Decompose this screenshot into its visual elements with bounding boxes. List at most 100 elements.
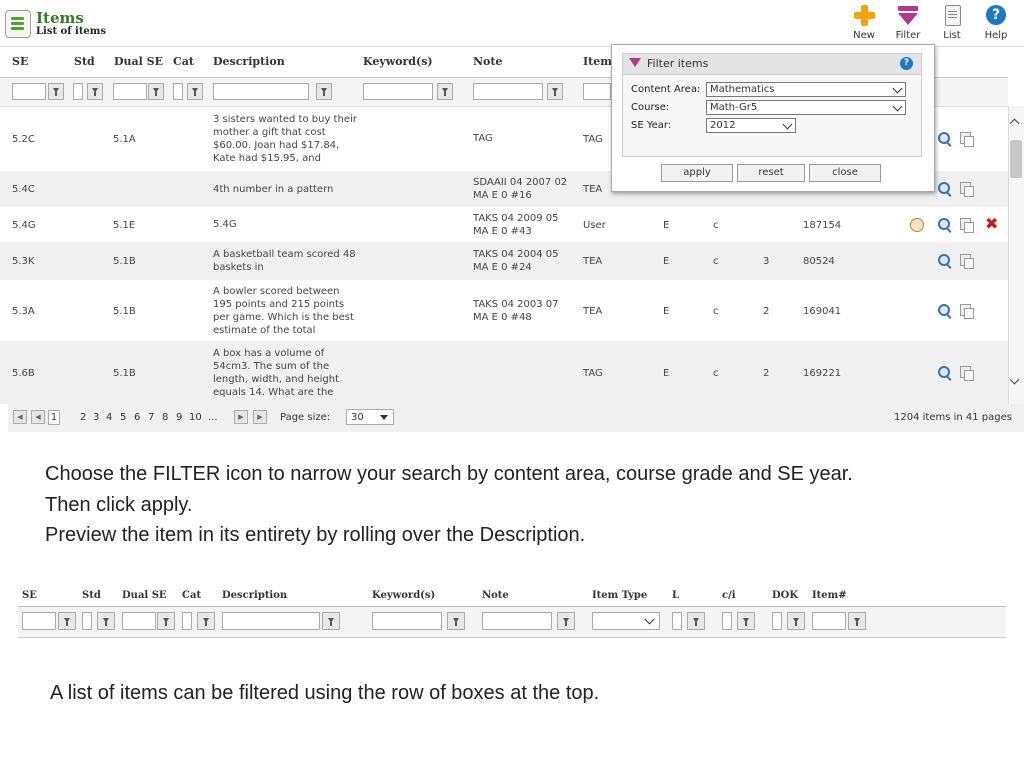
bottom-filter-input-item-number[interactable] — [812, 612, 846, 630]
filter-button[interactable]: Filter — [886, 4, 930, 42]
bottom-filter-input-dual-se[interactable] — [122, 612, 156, 630]
bottom-filter-input-l[interactable] — [672, 612, 682, 630]
cell-description[interactable]: A bowler scored between 195 points and 2… — [213, 285, 358, 337]
bottom-filter-button-item-number[interactable] — [848, 612, 866, 630]
filter-input-note[interactable] — [473, 83, 543, 100]
bottom-filter-button-l[interactable] — [687, 612, 705, 630]
col-header-description[interactable]: Description — [213, 55, 285, 77]
bottom-filter-input-ci[interactable] — [722, 612, 732, 630]
bottom-filter-input-note[interactable] — [482, 612, 552, 630]
bottom-col-header-keywords[interactable]: Keyword(s) — [372, 590, 435, 601]
bottom-filter-button-dual-se[interactable] — [157, 612, 175, 630]
preview-magnifier-icon[interactable] — [938, 217, 950, 230]
bottom-filter-input-dok[interactable] — [772, 612, 782, 630]
bottom-col-header-ci[interactable]: c/i — [722, 590, 736, 601]
filter-button-std[interactable] — [87, 83, 103, 100]
copy-icon[interactable] — [960, 303, 974, 319]
filter-button-description[interactable] — [316, 83, 332, 100]
copy-icon[interactable] — [960, 254, 974, 269]
bottom-filter-button-std[interactable] — [97, 612, 115, 630]
table-row[interactable]: 5.3A 5.1B A bowler scored between 195 poin… — [0, 280, 1008, 341]
course-select[interactable]: Math-Gr5 — [706, 100, 906, 115]
preview-magnifier-icon[interactable] — [938, 131, 950, 144]
bottom-filter-input-cat[interactable] — [182, 612, 192, 630]
bottom-col-header-description[interactable]: Description — [222, 590, 287, 601]
preview-magnifier-icon[interactable] — [938, 254, 950, 266]
bottom-filter-button-dok[interactable] — [787, 612, 805, 630]
reset-button[interactable]: reset — [737, 164, 805, 182]
bottom-filter-button-se[interactable] — [58, 612, 76, 630]
bottom-col-header-cat[interactable]: Cat — [182, 590, 201, 601]
se-year-select[interactable]: 2012 — [706, 118, 796, 133]
col-header-cat[interactable]: Cat — [173, 55, 194, 77]
delete-icon[interactable]: ✖ — [985, 215, 998, 232]
bottom-filter-input-std[interactable] — [82, 612, 92, 630]
copy-icon[interactable] — [960, 182, 974, 197]
close-button[interactable]: close — [809, 164, 881, 182]
filter-input-dual-se[interactable] — [113, 83, 147, 100]
page-link[interactable]: 5 — [120, 412, 126, 423]
grid-scrollbar-thumb[interactable] — [1010, 140, 1022, 178]
page-link[interactable]: 3 — [93, 412, 99, 423]
col-header-keywords[interactable]: Keyword(s) — [363, 55, 433, 77]
preview-magnifier-icon[interactable] — [938, 365, 950, 378]
cell-description[interactable]: 4th number in a pattern — [213, 183, 358, 196]
page-link[interactable]: 9 — [176, 412, 182, 423]
cell-description[interactable]: 3 sisters wanted to buy their mother a g… — [213, 113, 358, 165]
filter-button-note[interactable] — [547, 83, 563, 100]
col-header-se[interactable]: SE — [12, 55, 28, 77]
apply-button[interactable]: apply — [661, 164, 733, 182]
col-header-note[interactable]: Note — [473, 55, 502, 77]
filter-button-cat[interactable] — [187, 83, 203, 100]
filter-input-keywords[interactable] — [363, 83, 433, 100]
bottom-col-header-se[interactable]: SE — [22, 590, 37, 601]
page-link[interactable]: 4 — [106, 412, 112, 423]
page-size-select[interactable]: 30 — [346, 409, 394, 425]
preview-magnifier-icon[interactable] — [938, 182, 950, 194]
bottom-col-header-dok[interactable]: DOK — [772, 590, 798, 601]
bottom-filter-button-cat[interactable] — [197, 612, 215, 630]
next-page-icon[interactable]: ▶ — [234, 410, 248, 424]
bottom-col-header-l[interactable]: L — [672, 590, 679, 601]
table-row[interactable]: 5.6B 5.1B A box has a volume of 54cm3. The… — [0, 341, 1008, 404]
bottom-col-header-std[interactable]: Std — [82, 590, 101, 601]
help-icon[interactable]: ? — [900, 57, 913, 70]
filter-input-se[interactable] — [12, 83, 46, 100]
bottom-filter-button-ci[interactable] — [737, 612, 755, 630]
help-button[interactable]: ? Help — [974, 4, 1018, 42]
preview-magnifier-icon[interactable] — [938, 303, 950, 316]
bottom-col-header-dual-se[interactable]: Dual SE — [122, 590, 167, 601]
current-page[interactable]: 1 — [48, 410, 60, 425]
copy-icon[interactable] — [960, 131, 974, 147]
bottom-filter-input-keywords[interactable] — [372, 612, 442, 630]
copy-icon[interactable] — [960, 217, 974, 233]
content-area-select[interactable]: Mathematics — [706, 82, 906, 97]
page-link[interactable]: 8 — [162, 412, 168, 423]
filter-button-dual-se[interactable] — [148, 83, 164, 100]
cell-description[interactable]: A box has a volume of 54cm3. The sum of … — [213, 347, 358, 399]
copy-icon[interactable] — [960, 365, 974, 381]
col-header-item-type[interactable]: Item — [583, 55, 612, 77]
new-button[interactable]: New — [842, 4, 886, 42]
bottom-filter-button-keywords[interactable] — [447, 612, 465, 630]
prev-page-icon[interactable]: ◀ — [31, 410, 45, 424]
filter-button-se[interactable] — [48, 83, 64, 100]
table-row[interactable]: 5.4G 5.1E 5.4G TAKS 04 2009 05 MA E 0 #43 Us… — [0, 207, 1008, 242]
bottom-filter-input-description[interactable] — [222, 612, 320, 630]
bottom-filter-input-se[interactable] — [22, 612, 56, 630]
bottom-filter-select-item-type[interactable] — [592, 612, 660, 630]
bottom-col-header-item-number[interactable]: Item# — [812, 590, 847, 601]
page-link[interactable]: 10 — [189, 412, 202, 423]
col-header-dual-se[interactable]: Dual SE — [114, 55, 163, 77]
last-page-icon[interactable]: ▶ — [253, 410, 267, 424]
filter-input-cat[interactable] — [173, 83, 183, 100]
bottom-filter-button-note[interactable] — [557, 612, 575, 630]
filter-input-std[interactable] — [73, 83, 83, 100]
first-page-icon[interactable]: ◀ — [13, 410, 27, 424]
bottom-filter-button-description[interactable] — [322, 612, 340, 630]
bottom-col-header-note[interactable]: Note — [482, 590, 509, 601]
page-link[interactable]: 7 — [148, 412, 154, 423]
bottom-col-header-item-type[interactable]: Item Type — [592, 590, 647, 601]
filter-select-item-type[interactable] — [583, 83, 611, 100]
edit-pencil-icon[interactable] — [910, 217, 924, 232]
